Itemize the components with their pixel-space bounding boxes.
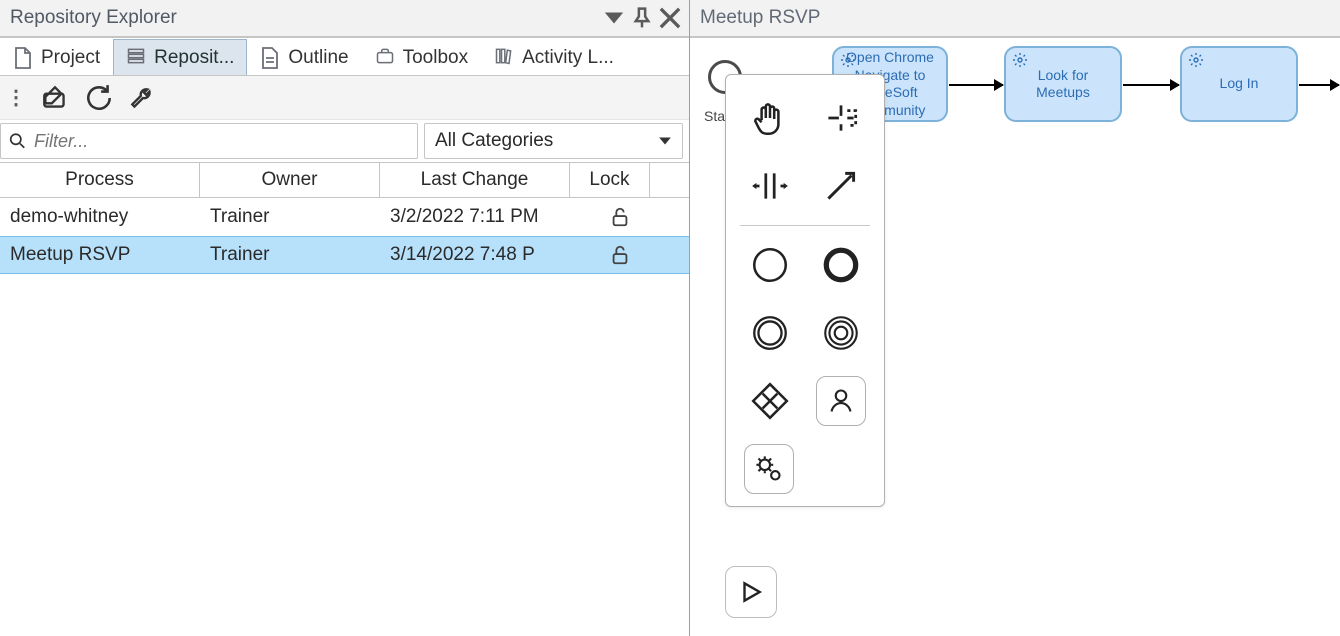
table-row[interactable]: demo-whitneyTrainer3/2/2022 7:11 PM bbox=[0, 198, 689, 236]
start-event-icon[interactable] bbox=[745, 240, 795, 290]
flow-arrow[interactable] bbox=[949, 84, 1003, 86]
stack-icon bbox=[126, 46, 146, 70]
chevron-down-icon bbox=[658, 134, 672, 148]
unlock-icon bbox=[609, 244, 631, 266]
left-panel-title: Repository Explorer bbox=[8, 7, 597, 29]
cell-lock bbox=[580, 244, 660, 266]
unlock-icon bbox=[609, 206, 631, 228]
timer-event-icon[interactable] bbox=[816, 308, 866, 358]
grid-header: Process Owner Last Change Lock bbox=[0, 162, 689, 198]
col-lock[interactable]: Lock bbox=[570, 163, 650, 197]
project-label: Project bbox=[41, 47, 100, 69]
col-last-change[interactable]: Last Change bbox=[380, 163, 570, 197]
user-task-icon[interactable] bbox=[816, 376, 866, 426]
close-icon[interactable] bbox=[659, 7, 681, 29]
cell-last-change: 3/14/2022 7:48 P bbox=[390, 244, 580, 266]
intermediate-event-icon[interactable] bbox=[745, 308, 795, 358]
filter-input[interactable] bbox=[32, 130, 409, 153]
node-line: Look for bbox=[1038, 67, 1089, 85]
palette-separator bbox=[740, 225, 870, 226]
col-process[interactable]: Process bbox=[0, 163, 200, 197]
cell-owner: Trainer bbox=[210, 244, 390, 266]
toolbox-icon bbox=[375, 46, 395, 70]
hand-tool-icon[interactable] bbox=[745, 93, 795, 143]
books-icon bbox=[494, 46, 514, 70]
refresh-icon[interactable] bbox=[84, 83, 114, 113]
end-event-icon[interactable] bbox=[816, 240, 866, 290]
node-line: Log In bbox=[1220, 75, 1259, 93]
flow-arrow[interactable] bbox=[1299, 84, 1339, 86]
search-icon bbox=[9, 132, 26, 150]
flow-arrow[interactable] bbox=[1123, 84, 1179, 86]
right-panel-titlebar: Meetup RSVP bbox=[690, 0, 1340, 38]
tab-project[interactable]: Project bbox=[0, 39, 113, 75]
designer-panel: Meetup RSVP Start Open Chrome Navigate t… bbox=[690, 0, 1340, 636]
node-log-in[interactable]: Log In bbox=[1180, 46, 1298, 122]
node-line: Open Chrome bbox=[846, 49, 934, 67]
toolbar-grip-icon[interactable]: ⋮ bbox=[6, 85, 26, 110]
cell-last-change: 3/2/2022 7:11 PM bbox=[390, 206, 580, 228]
outline-label: Outline bbox=[288, 47, 348, 69]
toolbox-label: Toolbox bbox=[403, 47, 469, 69]
repos-label: Reposit... bbox=[154, 47, 234, 69]
table-row[interactable]: Meetup RSVPTrainer3/14/2022 7:48 P bbox=[0, 236, 689, 274]
left-panel-titlebar: Repository Explorer bbox=[0, 0, 689, 38]
cell-owner: Trainer bbox=[210, 206, 390, 228]
tab-activity-log[interactable]: Activity L... bbox=[481, 39, 627, 75]
dropdown-icon[interactable] bbox=[603, 7, 625, 29]
outline-icon bbox=[260, 46, 280, 70]
connect-tool-icon[interactable] bbox=[816, 161, 866, 211]
right-panel-title: Meetup RSVP bbox=[698, 7, 1332, 29]
category-combo[interactable]: All Categories bbox=[424, 123, 683, 159]
lasso-tool-icon[interactable] bbox=[816, 93, 866, 143]
gear-icon bbox=[840, 52, 856, 73]
tab-outline[interactable]: Outline bbox=[247, 39, 361, 75]
tab-toolbox[interactable]: Toolbox bbox=[362, 39, 482, 75]
node-line: Meetups bbox=[1036, 84, 1090, 102]
pin-icon[interactable] bbox=[631, 7, 653, 29]
wrench-icon[interactable] bbox=[128, 83, 158, 113]
col-spacer bbox=[650, 163, 689, 197]
cell-process: Meetup RSVP bbox=[10, 244, 210, 266]
element-palette bbox=[725, 74, 885, 507]
gear-icon bbox=[1012, 52, 1028, 73]
edit-icon[interactable] bbox=[40, 83, 70, 113]
design-canvas[interactable]: Start Open Chrome Navigate to MuleSoft C… bbox=[690, 38, 1340, 636]
run-button[interactable] bbox=[725, 566, 777, 618]
category-combo-label: All Categories bbox=[435, 130, 658, 152]
node-look-for-meetups[interactable]: Look for Meetups bbox=[1004, 46, 1122, 122]
repository-explorer-panel: Repository Explorer Project bbox=[0, 0, 690, 636]
service-task-icon[interactable] bbox=[744, 444, 794, 494]
space-tool-icon[interactable] bbox=[745, 161, 795, 211]
cell-process: demo-whitney bbox=[10, 206, 210, 228]
file-icon bbox=[13, 46, 33, 70]
filter-row: All Categories bbox=[0, 120, 689, 162]
activity-label: Activity L... bbox=[522, 47, 614, 69]
tab-strip: Project Reposit... Outline Toolbox bbox=[0, 38, 689, 76]
gear-icon bbox=[1188, 52, 1204, 73]
filter-search-box[interactable] bbox=[0, 123, 418, 159]
cell-lock bbox=[580, 206, 660, 228]
tab-repositories[interactable]: Reposit... bbox=[113, 39, 247, 75]
gateway-icon[interactable] bbox=[745, 376, 795, 426]
play-icon bbox=[738, 579, 764, 605]
process-grid: Process Owner Last Change Lock demo-whit… bbox=[0, 162, 689, 636]
col-owner[interactable]: Owner bbox=[200, 163, 380, 197]
toolbar: ⋮ bbox=[0, 76, 689, 120]
